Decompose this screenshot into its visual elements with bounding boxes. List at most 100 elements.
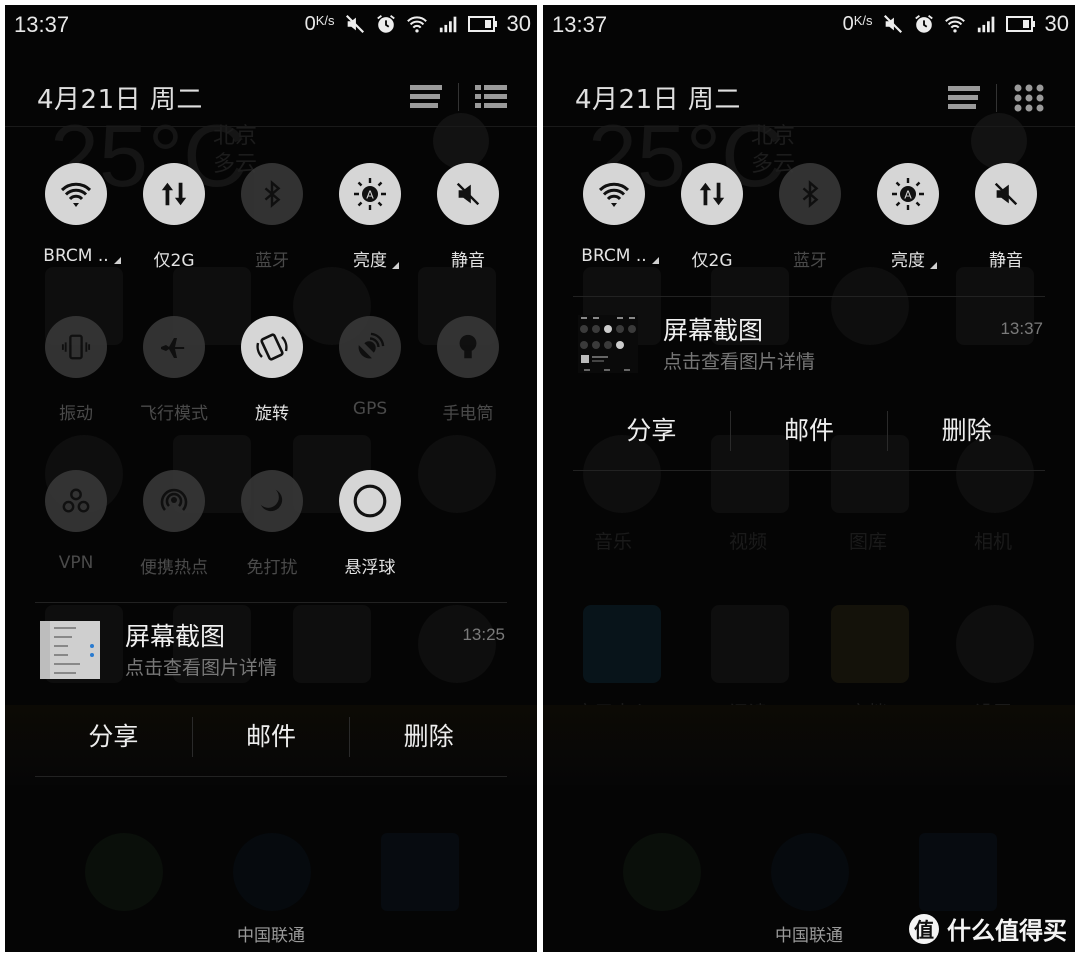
battery-level: 30 xyxy=(506,11,531,36)
toggle-hotspot[interactable]: 便携热点 xyxy=(119,470,229,578)
lines-icon[interactable] xyxy=(410,83,442,111)
battery-level: 30 xyxy=(1044,11,1069,36)
toggle-label: BRCM .. xyxy=(43,246,121,266)
toggle-flashlight[interactable]: 手电筒 xyxy=(413,316,523,424)
toggle-label: 便携热点 xyxy=(140,558,208,578)
dock-browser-icon xyxy=(771,833,849,911)
wallpaper-hill xyxy=(543,705,1075,785)
toggle-gps[interactable]: GPS xyxy=(315,316,425,419)
expand-corner-icon xyxy=(930,262,937,269)
toggle-label: GPS xyxy=(352,399,388,419)
panel-header: 4月21日 周二 xyxy=(5,75,537,125)
app-icon xyxy=(583,605,661,683)
header-divider xyxy=(458,83,459,111)
toggle-wifi[interactable]: BRCM .. xyxy=(559,163,669,266)
dock-browser-icon xyxy=(233,833,311,911)
toggle-label: 免打扰 xyxy=(246,558,298,578)
hotspot-icon xyxy=(158,485,190,517)
toggle-vibrate[interactable]: 振动 xyxy=(21,316,131,424)
toggle-brightness[interactable]: A 亮度 xyxy=(853,163,963,271)
app-label: 音乐 xyxy=(593,531,632,553)
toggle-brightness[interactable]: A 亮度 xyxy=(315,163,425,271)
brightness-auto-icon: A xyxy=(890,176,926,212)
grid-icon[interactable] xyxy=(1013,83,1045,113)
share-button[interactable]: 分享 xyxy=(35,717,192,757)
toggle-wifi[interactable]: BRCM .. xyxy=(21,163,131,266)
toggle-label: BRCM .. xyxy=(581,246,659,266)
battery-icon xyxy=(467,13,498,35)
dock-phone-icon xyxy=(623,833,701,911)
moon-icon xyxy=(257,486,287,516)
toggle-label: 仅2G xyxy=(691,251,733,271)
vibrate-icon xyxy=(61,332,91,362)
lines-icon[interactable] xyxy=(948,84,980,112)
screenshot-notification[interactable]: 屏幕截图 点击查看图片详情 13:37 xyxy=(543,297,1075,387)
app-icon xyxy=(831,605,909,683)
toggle-float-ball[interactable]: 悬浮球 xyxy=(315,470,425,578)
alarm-icon xyxy=(375,13,397,35)
toggle-label: 亮度 xyxy=(353,246,399,271)
city-name: 北京 xyxy=(751,124,796,149)
network-speed: 0K/s xyxy=(304,12,335,35)
gps-icon xyxy=(355,332,385,362)
toggle-label: VPN xyxy=(58,553,94,573)
notification-divider xyxy=(35,776,507,777)
toggle-bluetooth[interactable]: 蓝牙 xyxy=(755,163,865,271)
mute-icon xyxy=(453,179,483,209)
header-separator xyxy=(543,126,1075,127)
app-icon xyxy=(711,605,789,683)
date-label: 4月21日 周二 xyxy=(575,85,741,115)
watermark: 值 什么值得买 xyxy=(909,911,1067,946)
toggle-label: 蓝牙 xyxy=(793,251,827,271)
flashlight-icon xyxy=(453,332,483,362)
email-button[interactable]: 邮件 xyxy=(729,411,888,451)
header-divider xyxy=(996,84,997,112)
toggle-label: 静音 xyxy=(989,251,1023,271)
notification-title: 屏幕截图 xyxy=(663,316,764,345)
wifi-icon xyxy=(598,178,630,210)
toggle-mute[interactable]: 静音 xyxy=(413,163,523,271)
notification-time: 13:37 xyxy=(1000,319,1043,338)
toggle-vpn[interactable]: VPN xyxy=(21,470,131,573)
toggle-mobile-data[interactable]: 仅2G xyxy=(119,163,229,271)
toggle-dnd[interactable]: 免打扰 xyxy=(217,470,327,578)
screenshot-notification[interactable]: 屏幕截图 点击查看图片详情 13:25 xyxy=(5,603,537,693)
toggle-mobile-data[interactable]: 仅2G xyxy=(657,163,767,271)
toggle-rotate[interactable]: 旋转 xyxy=(217,316,327,424)
toggle-label: 蓝牙 xyxy=(255,251,289,271)
email-button[interactable]: 邮件 xyxy=(191,717,350,757)
phone-screen-collapsed: 25°C 北京多云 音乐 视频 图库 相机 应用中心 阅读 文档 设置 13:3… xyxy=(543,5,1075,952)
alarm-icon xyxy=(913,13,935,35)
toggle-airplane[interactable]: 飞行模式 xyxy=(119,316,229,424)
notification-actions: 分享 邮件 删除 xyxy=(35,717,507,757)
network-speed: 0K/s xyxy=(842,12,873,35)
screenshot-thumbnail xyxy=(40,621,100,679)
bluetooth-icon xyxy=(795,179,825,209)
float-ball-icon xyxy=(351,482,389,520)
delete-button[interactable]: 删除 xyxy=(349,717,507,757)
notification-time: 13:25 xyxy=(462,625,505,644)
notification-divider xyxy=(573,470,1045,471)
notification-subtitle: 点击查看图片详情 xyxy=(663,351,816,373)
notification-subtitle: 点击查看图片详情 xyxy=(125,657,278,679)
status-bar: 13:37 0K/s 30 xyxy=(543,5,1075,43)
watermark-text: 什么值得买 xyxy=(947,917,1067,945)
panel-header: 4月21日 周二 xyxy=(543,75,1075,125)
mute-icon xyxy=(882,13,904,35)
app-label: 视频 xyxy=(728,531,767,553)
data-arrows-icon xyxy=(697,179,727,209)
dock-messages-icon xyxy=(919,833,997,911)
watermark-logo-icon: 值 xyxy=(909,913,939,944)
wifi-icon xyxy=(60,178,92,210)
share-button[interactable]: 分享 xyxy=(573,411,730,451)
toggle-mute[interactable]: 静音 xyxy=(951,163,1061,271)
date-label: 4月21日 周二 xyxy=(37,85,203,115)
mute-icon xyxy=(344,13,366,35)
mute-icon xyxy=(991,179,1021,209)
status-time: 13:37 xyxy=(14,12,70,37)
toggle-bluetooth[interactable]: 蓝牙 xyxy=(217,163,327,271)
delete-button[interactable]: 删除 xyxy=(887,411,1045,451)
list-icon[interactable] xyxy=(475,83,507,111)
bluetooth-icon xyxy=(257,179,287,209)
toggle-label: 仅2G xyxy=(153,251,195,271)
